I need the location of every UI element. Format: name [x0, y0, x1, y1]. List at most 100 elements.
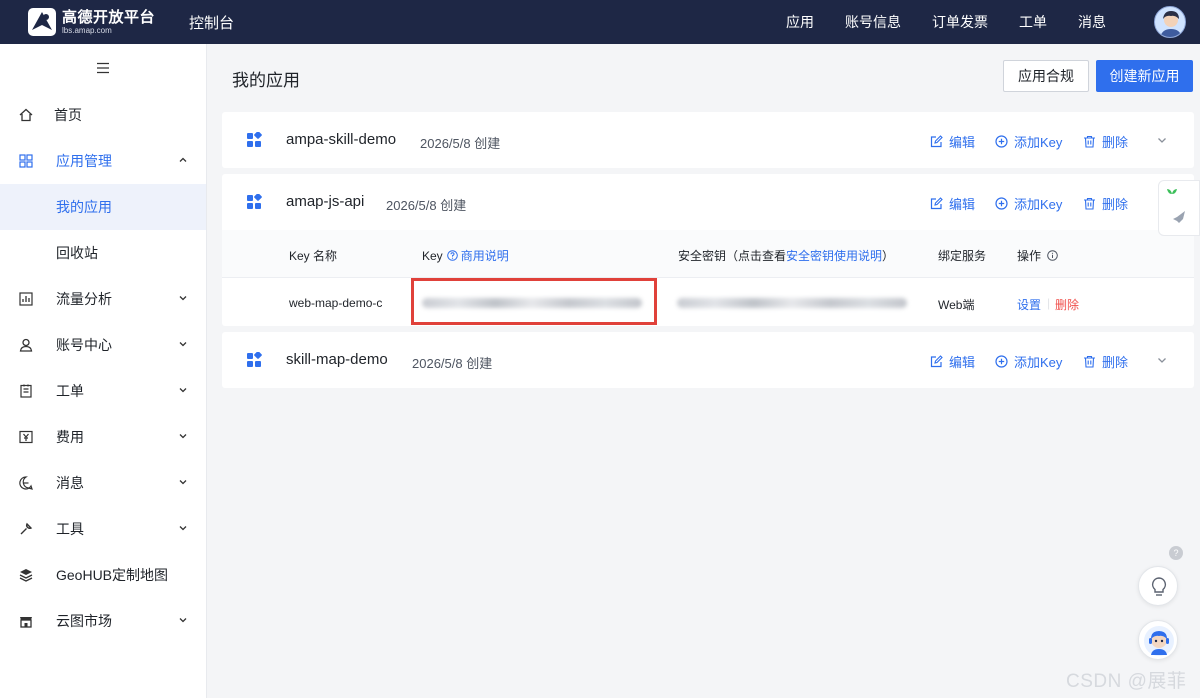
app-card: ampa-skill-demo 2026/5/8 创建 编辑 添加Key 删除: [222, 112, 1194, 168]
sidebar-item-messages[interactable]: 消息: [0, 460, 206, 506]
message-icon: [19, 476, 33, 490]
edit-app-button[interactable]: 编辑: [930, 132, 975, 151]
col-service: 绑定服务: [938, 249, 987, 263]
main-content: 我的应用 应用合规 创建新应用 ampa-skill-demo 2026/5/8…: [208, 44, 1200, 698]
chevron-down-icon[interactable]: [1156, 134, 1168, 146]
app-name[interactable]: ampa-skill-demo: [286, 131, 396, 148]
chevron-down-icon: [179, 388, 187, 393]
col-key: Key 商用说明: [422, 247, 509, 264]
plus-circle-icon: [995, 355, 1008, 368]
top-nav-account[interactable]: 账号信息: [845, 12, 901, 32]
col-ops: 操作: [1017, 247, 1058, 264]
add-key-button[interactable]: 添加Key: [995, 352, 1062, 371]
lightbulb-icon: [1151, 577, 1167, 596]
edit-app-button[interactable]: 编辑: [930, 352, 975, 371]
plus-circle-icon: [995, 197, 1008, 210]
sidebar-item-label: 消息: [56, 475, 84, 491]
top-nav-tickets[interactable]: 工单: [1019, 12, 1047, 32]
app-name[interactable]: skill-map-demo: [286, 351, 388, 368]
amap-logo-icon: [28, 8, 56, 36]
trash-icon: [1084, 355, 1095, 368]
top-nav-messages[interactable]: 消息: [1078, 12, 1106, 32]
top-nav-links: 应用 账号信息 订单发票 工单 消息: [755, 0, 1106, 44]
brand-logo[interactable]: 高德开放平台 lbs.amap.com: [28, 8, 155, 36]
delete-key-link[interactable]: 删除: [1055, 296, 1079, 313]
help-badge-icon[interactable]: ?: [1169, 546, 1183, 560]
top-nav-invoices[interactable]: 订单发票: [932, 12, 988, 32]
top-nav-apps[interactable]: 应用: [786, 12, 814, 32]
trash-icon: [1084, 135, 1095, 148]
sidebar-item-tools[interactable]: 工具: [0, 506, 206, 552]
console-title[interactable]: 控制台: [189, 12, 234, 33]
sidebar-item-label: GeoHUB定制地图: [56, 567, 169, 583]
app-header: ampa-skill-demo 2026/5/8 创建 编辑 添加Key 删除: [222, 112, 1194, 168]
app-created-date: 2026/5/8 创建: [420, 136, 501, 151]
add-key-button[interactable]: 添加Key: [995, 132, 1062, 151]
app-name[interactable]: amap-js-api: [286, 193, 364, 210]
rocket-icon: [1173, 211, 1185, 224]
user-avatar[interactable]: [1154, 6, 1186, 38]
settings-link[interactable]: 设置: [1017, 296, 1041, 313]
edit-label: 编辑: [949, 135, 976, 150]
sidebar-item-traffic-analysis[interactable]: 流量分析: [0, 276, 206, 322]
chart-icon: [19, 292, 33, 306]
brand-url: lbs.amap.com: [62, 25, 112, 35]
sidebar-item-label: 回收站: [56, 245, 98, 261]
commercial-info-link[interactable]: 商用说明: [461, 247, 509, 264]
edit-icon: [930, 355, 943, 368]
page-title: 我的应用: [232, 71, 300, 90]
delete-app-button[interactable]: 删除: [1083, 194, 1128, 213]
key-table-header: Key 名称 Key 商用说明 安全密钥（点击查看 安全密钥使用说明 ） 绑定服…: [222, 230, 1194, 278]
chevron-up-icon: [179, 157, 187, 162]
grid-icon: [19, 154, 33, 168]
sidebar-item-label: 云图市场: [56, 613, 112, 629]
delete-app-button[interactable]: 删除: [1083, 132, 1128, 151]
app-compliance-button[interactable]: 应用合规: [1003, 60, 1089, 92]
chevron-down-icon: [179, 296, 187, 301]
edit-app-button[interactable]: 编辑: [930, 194, 975, 213]
add-key-button[interactable]: 添加Key: [995, 194, 1062, 213]
floating-side-tab[interactable]: [1158, 180, 1200, 236]
sidebar-item-label: 费用: [56, 429, 84, 445]
highlight-annotation-box: [411, 278, 657, 325]
col-secret-label: 安全密钥（点击查看: [678, 249, 787, 263]
sidebar-item-recycle-bin[interactable]: 回收站: [0, 230, 206, 276]
delete-app-button[interactable]: 删除: [1083, 352, 1128, 371]
sidebar-item-label: 我的应用: [56, 199, 112, 215]
sidebar-item-cloud-market[interactable]: 云图市场: [0, 598, 206, 644]
sidebar-item-home[interactable]: 首页: [0, 92, 206, 138]
add-key-label: 添加Key: [1014, 355, 1063, 370]
sidebar-item-tickets[interactable]: 工单: [0, 368, 206, 414]
create-app-button[interactable]: 创建新应用: [1096, 60, 1193, 92]
edit-label: 编辑: [949, 355, 976, 370]
chevron-down-icon: [179, 434, 187, 439]
chevron-down-icon: [179, 526, 187, 531]
watermark: CSDN @展菲: [1066, 671, 1187, 692]
secret-usage-link[interactable]: 安全密钥使用说明: [786, 247, 882, 264]
table-row: web-map-demo-c Web端 设置 | 删除: [222, 278, 1194, 328]
info-icon: [1047, 250, 1058, 261]
idea-button[interactable]: [1138, 566, 1178, 606]
app-icon: [247, 352, 262, 367]
sidebar-item-label: 工单: [56, 383, 84, 399]
secret-value-redacted: [677, 298, 907, 308]
sidebar-item-geohub[interactable]: GeoHUB定制地图: [0, 552, 206, 598]
sidebar-item-app-management[interactable]: 应用管理: [0, 138, 206, 184]
col-secret-end: ）: [882, 249, 895, 263]
chevron-down-icon[interactable]: [1156, 354, 1168, 366]
sidebar-item-billing[interactable]: 费用: [0, 414, 206, 460]
home-icon: [19, 108, 33, 122]
plus-circle-icon: [995, 135, 1008, 148]
app-card-expanded: amap-js-api 2026/5/8 创建 编辑 添加Key 删除 Key …: [222, 174, 1194, 326]
sidebar: 首页 应用管理 我的应用 回收站 流量分析 账号中心 工单 费用 消息 工具 G…: [0, 44, 207, 698]
add-key-label: 添加Key: [1014, 197, 1063, 212]
edit-icon: [930, 135, 943, 148]
service-cell: Web端: [938, 298, 975, 312]
sidebar-item-my-apps[interactable]: 我的应用: [0, 184, 206, 230]
col-key-label: Key: [422, 248, 443, 263]
sidebar-item-account-center[interactable]: 账号中心: [0, 322, 206, 368]
menu-toggle-icon[interactable]: [0, 44, 206, 92]
customer-service-button[interactable]: [1138, 620, 1178, 660]
add-key-label: 添加Key: [1014, 135, 1063, 150]
store-icon: [20, 617, 32, 628]
